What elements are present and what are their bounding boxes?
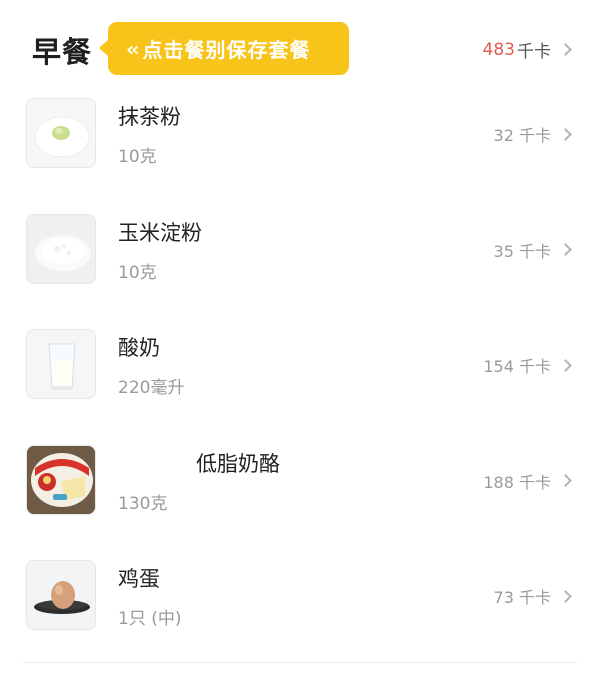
chevron-right-icon	[559, 127, 572, 141]
save-combo-tooltip[interactable]: ‹‹ 点击餐别保存套餐	[99, 22, 349, 75]
kcal-value: 32 千卡	[493, 126, 551, 145]
food-item[interactable]: 酸奶 220毫升 154 千卡	[0, 327, 600, 443]
tooltip-text: 点击餐别保存套餐	[142, 38, 311, 62]
food-list: 抹茶粉 10克 32 千卡 玉米淀粉 10克 35 千卡 酸奶 220毫升 15…	[0, 96, 600, 673]
food-kcal[interactable]: 154 千卡	[483, 353, 572, 377]
food-name: 抹茶粉	[118, 105, 181, 129]
food-name: 玉米淀粉	[118, 220, 202, 245]
meal-total-kcal[interactable]: 483 千卡	[482, 37, 572, 62]
kcal-value: 154 千卡	[483, 357, 551, 376]
meal-header[interactable]: 早餐 ‹‹ 点击餐别保存套餐 483 千卡	[0, 0, 600, 96]
chevron-right-icon	[559, 43, 572, 56]
egg-on-plate-image	[26, 560, 96, 630]
food-name-text: 低脂奶酪	[196, 451, 280, 476]
food-kcal[interactable]: 35 千卡	[493, 238, 572, 262]
food-kcal[interactable]: 32 千卡	[493, 122, 572, 146]
matcha-powder-image	[26, 98, 96, 168]
food-name: 低脂奶酪	[118, 448, 280, 478]
food-portion: 130克	[118, 493, 168, 514]
chevron-right-icon	[559, 589, 572, 603]
food-item[interactable]: 抹茶粉 10克 32 千卡	[0, 96, 600, 212]
meal-title[interactable]: 早餐	[32, 29, 92, 71]
food-item[interactable]: 鸡蛋 1只 (中) 73 千卡	[0, 558, 600, 673]
chevron-right-icon	[559, 243, 572, 256]
kcal-value: 73 千卡	[493, 588, 551, 607]
laughing-cow-cheese-image	[26, 444, 96, 515]
corn-starch-image	[26, 213, 96, 284]
kcal-value: 188 千卡	[483, 472, 551, 492]
total-kcal-value: 483	[482, 39, 515, 60]
food-item[interactable]: 低脂奶酪 130克 188 千卡	[0, 443, 600, 559]
food-kcal[interactable]: 73 千卡	[493, 584, 572, 608]
food-portion: 10克	[118, 147, 157, 167]
food-portion: 220毫升	[118, 378, 185, 398]
food-portion: 1只 (中)	[118, 609, 182, 629]
food-name: 酸奶	[118, 336, 160, 360]
food-portion: 10克	[118, 262, 157, 283]
chevron-right-icon	[559, 358, 572, 372]
chevron-right-icon	[559, 474, 572, 487]
food-item[interactable]: 玉米淀粉 10克 35 千卡	[0, 212, 600, 328]
double-chevron-left-icon: ‹‹	[126, 36, 140, 61]
kcal-value: 35 千卡	[493, 241, 551, 261]
food-name: 鸡蛋	[118, 567, 160, 591]
section-divider	[22, 662, 578, 663]
food-kcal[interactable]: 188 千卡	[483, 469, 572, 493]
total-kcal-unit: 千卡	[517, 42, 551, 62]
yogurt-glass-image	[26, 329, 96, 399]
